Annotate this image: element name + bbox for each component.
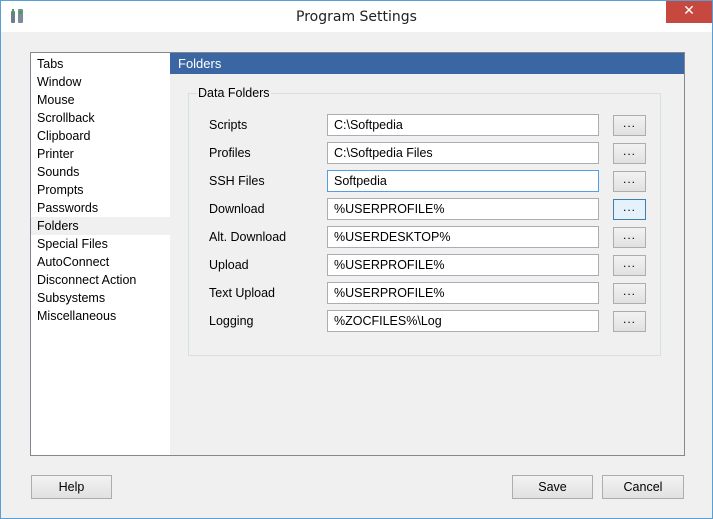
folder-row-text-upload: Text Upload %USERPROFILE%... bbox=[189, 282, 662, 306]
sidebar-item-clipboard[interactable]: Clipboard bbox=[31, 127, 170, 145]
text-upload-browse-button[interactable]: ... bbox=[613, 283, 646, 304]
sidebar-item-special-files[interactable]: Special Files bbox=[31, 235, 170, 253]
download-browse-button[interactable]: ... bbox=[613, 199, 646, 220]
save-button[interactable]: Save bbox=[512, 475, 593, 499]
logging-browse-button[interactable]: ... bbox=[613, 311, 646, 332]
upload-path-input[interactable]: %USERPROFILE% bbox=[327, 254, 599, 276]
folder-row-download: Download %USERPROFILE%... bbox=[189, 198, 662, 222]
logging-label: Logging bbox=[209, 314, 254, 328]
sidebar-item-disconnect-action[interactable]: Disconnect Action bbox=[31, 271, 170, 289]
folder-row-alt-download: Alt. Download %USERDESKTOP%... bbox=[189, 226, 662, 250]
settings-window: Program Settings ✕ Tabs Window Mouse Scroll… bbox=[0, 0, 713, 519]
dialog-content: Tabs Window Mouse Scrollback Clipboard Printe… bbox=[9, 32, 704, 511]
alt-download-browse-button[interactable]: ... bbox=[613, 227, 646, 248]
close-button[interactable]: ✕ bbox=[666, 1, 712, 23]
help-button[interactable]: Help bbox=[31, 475, 112, 499]
data-folders-group: Data Folders Scripts C:\Softpedia... Profi… bbox=[188, 86, 662, 356]
window-title: Program Settings bbox=[296, 9, 417, 25]
folder-row-ssh-files: SSH Files Softpedia... bbox=[189, 170, 662, 194]
sidebar-item-printer[interactable]: Printer bbox=[31, 145, 170, 163]
settings-page: Folders Data Folders Scripts C:\Softpedia… bbox=[170, 52, 685, 456]
page-title: Folders bbox=[170, 53, 684, 74]
sidebar-item-tabs[interactable]: Tabs bbox=[31, 55, 170, 73]
alt-download-path-input[interactable]: %USERDESKTOP% bbox=[327, 226, 599, 248]
group-label: Data Folders bbox=[197, 86, 271, 100]
scripts-browse-button[interactable]: ... bbox=[613, 115, 646, 136]
sidebar-item-mouse[interactable]: Mouse bbox=[31, 91, 170, 109]
ssh-files-browse-button[interactable]: ... bbox=[613, 171, 646, 192]
alt-download-label: Alt. Download bbox=[209, 230, 287, 244]
settings-category-list: Tabs Window Mouse Scrollback Clipboard Printe… bbox=[30, 52, 171, 456]
ssh-files-path-input[interactable]: Softpedia bbox=[327, 170, 599, 192]
profiles-browse-button[interactable]: ... bbox=[613, 143, 646, 164]
sidebar-item-folders[interactable]: Folders bbox=[31, 217, 170, 235]
text-upload-path-input[interactable]: %USERPROFILE% bbox=[327, 282, 599, 304]
sidebar-item-scrollback[interactable]: Scrollback bbox=[31, 109, 170, 127]
ssh-files-label: SSH Files bbox=[209, 174, 265, 188]
category-list: Tabs Window Mouse Scrollback Clipboard Printe… bbox=[31, 53, 170, 325]
sidebar-item-sounds[interactable]: Sounds bbox=[31, 163, 170, 181]
sidebar-item-miscellaneous[interactable]: Miscellaneous bbox=[31, 307, 170, 325]
scripts-label: Scripts bbox=[209, 118, 248, 132]
sidebar-item-subsystems[interactable]: Subsystems bbox=[31, 289, 170, 307]
download-label: Download bbox=[209, 202, 265, 216]
upload-browse-button[interactable]: ... bbox=[613, 255, 646, 276]
sidebar-item-passwords[interactable]: Passwords bbox=[31, 199, 170, 217]
cancel-button[interactable]: Cancel bbox=[602, 475, 684, 499]
profiles-label: Profiles bbox=[209, 146, 251, 160]
sidebar-item-window[interactable]: Window bbox=[31, 73, 170, 91]
download-path-input[interactable]: %USERPROFILE% bbox=[327, 198, 599, 220]
sidebar-item-prompts[interactable]: Prompts bbox=[31, 181, 170, 199]
profiles-path-input[interactable]: C:\Softpedia Files bbox=[327, 142, 599, 164]
sidebar-item-autoconnect[interactable]: AutoConnect bbox=[31, 253, 170, 271]
folder-row-profiles: Profiles C:\Softpedia Files... bbox=[189, 142, 662, 166]
scripts-path-input[interactable]: C:\Softpedia bbox=[327, 114, 599, 136]
text-upload-label: Text Upload bbox=[209, 286, 276, 300]
title-bar: Program Settings ✕ bbox=[1, 1, 712, 32]
folder-row-scripts: Scripts C:\Softpedia... bbox=[189, 114, 662, 138]
folder-row-logging: Logging %ZOCFILES%\Log... bbox=[189, 310, 662, 334]
upload-label: Upload bbox=[209, 258, 249, 272]
logging-path-input[interactable]: %ZOCFILES%\Log bbox=[327, 310, 599, 332]
folder-row-upload: Upload %USERPROFILE%... bbox=[189, 254, 662, 278]
